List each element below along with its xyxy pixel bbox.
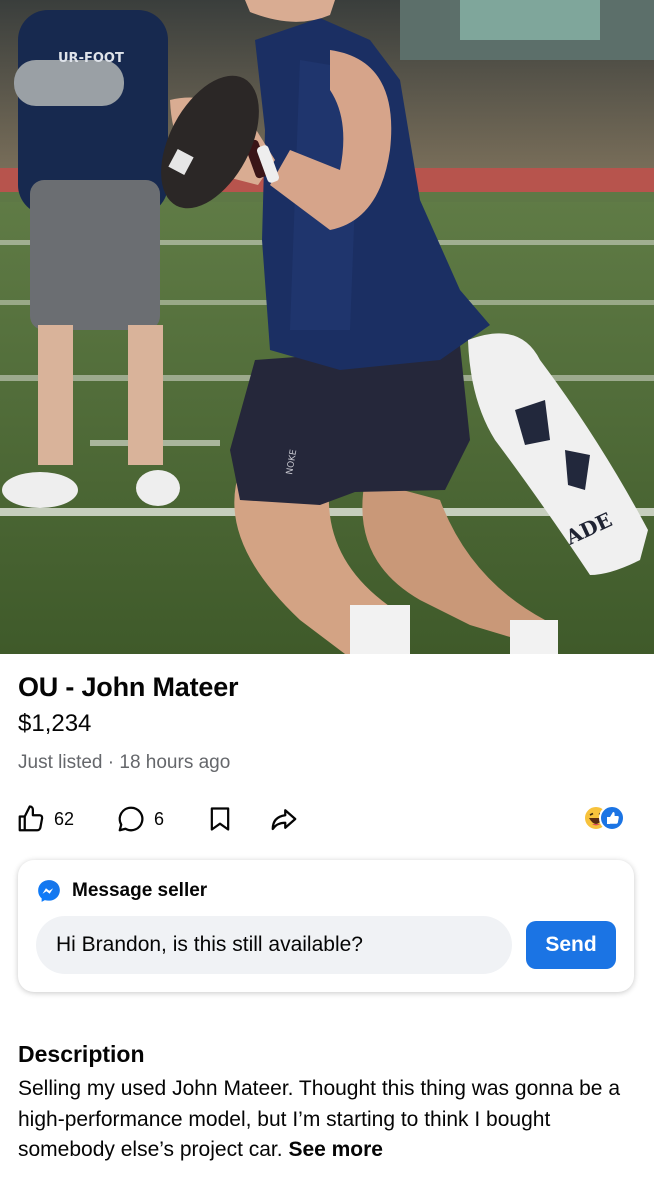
messenger-icon xyxy=(38,880,60,902)
like-button[interactable]: 62 xyxy=(16,804,74,834)
bookmark-icon xyxy=(210,807,230,831)
reaction-icons xyxy=(583,805,625,831)
save-button[interactable] xyxy=(206,804,234,834)
reaction-summary[interactable] xyxy=(582,804,626,832)
comment-button[interactable]: 6 xyxy=(116,804,164,834)
listing-meta: Just listed · 18 hours ago xyxy=(18,752,230,774)
see-more-link[interactable]: See more xyxy=(288,1138,383,1161)
description-heading: Description xyxy=(18,1041,145,1067)
time-ago: 18 hours ago xyxy=(119,752,231,773)
coach-shirt-text: UR-FOOT xyxy=(58,51,124,66)
message-seller-card: Message seller Hi Brandon, is this still… xyxy=(18,860,634,992)
send-button[interactable]: Send xyxy=(526,921,616,969)
listing-price: $1,234 xyxy=(18,710,92,737)
action-bar: 62 6 xyxy=(16,800,638,840)
listing-title: OU - John Mateer xyxy=(18,672,239,702)
share-icon xyxy=(271,809,297,831)
meta-separator: · xyxy=(107,752,115,773)
like-reaction-icon xyxy=(599,805,625,831)
message-seller-label: Message seller xyxy=(72,880,208,901)
message-input[interactable]: Hi Brandon, is this still available? xyxy=(36,916,512,974)
like-count: 62 xyxy=(54,808,75,829)
listed-label: Just listed xyxy=(18,752,103,773)
comment-icon xyxy=(118,806,144,832)
listing-photo-art: UR-FOOT NOKE ADE xyxy=(0,0,654,654)
share-button[interactable] xyxy=(268,804,300,834)
description-body: Selling my used John Mateer. Thought thi… xyxy=(18,1074,638,1166)
listing-photo[interactable]: UR-FOOT NOKE ADE xyxy=(0,0,654,654)
comment-count: 6 xyxy=(154,808,165,829)
message-seller-header: Message seller xyxy=(36,878,207,904)
thumbs-up-icon xyxy=(18,805,44,832)
